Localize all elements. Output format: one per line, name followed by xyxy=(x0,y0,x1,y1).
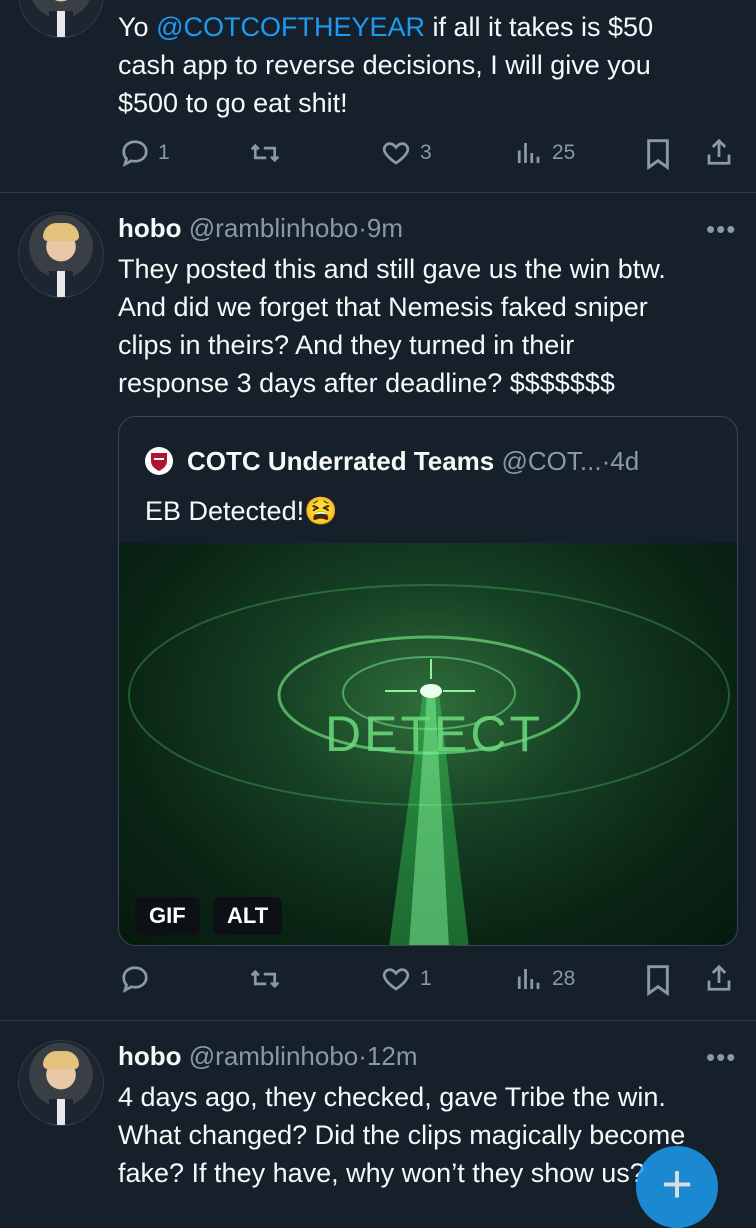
alt-badge[interactable]: ALT xyxy=(213,897,283,935)
tweet-text: Yo @COTCOFTHEYEAR if all it takes is $50… xyxy=(118,8,738,122)
avatar[interactable] xyxy=(18,0,104,38)
tweet-time[interactable]: 9m xyxy=(367,213,403,243)
tweet-text: They posted this and still gave us the w… xyxy=(118,250,738,402)
quoted-time: 4d xyxy=(610,446,640,476)
retweet-icon xyxy=(250,143,280,163)
gif-media[interactable]: DETECT GIF ALT xyxy=(119,543,737,945)
tweet-line: They posted this and still gave us the w… xyxy=(118,254,666,284)
heart-icon xyxy=(382,968,410,991)
mention-link[interactable]: @COTCOFTHEYEAR xyxy=(156,12,425,42)
tweet-text-part: Yo xyxy=(118,12,157,42)
shield-logo-icon xyxy=(151,453,167,471)
author-handle[interactable]: @ramblinhobo xyxy=(189,1041,358,1071)
author-name[interactable]: hobo xyxy=(118,213,182,243)
divider xyxy=(0,1020,756,1021)
gif-badge[interactable]: GIF xyxy=(135,897,200,935)
tweet-line: What changed? Did the clips magically be… xyxy=(118,1120,686,1150)
quoted-author-name: COTC Underrated Teams xyxy=(187,446,495,476)
quoted-text-content: EB Detected! xyxy=(145,496,305,526)
tweet-header: hobo @ramblinhobo·12m xyxy=(118,1040,418,1072)
view-count: 28 xyxy=(552,967,576,990)
retweet-button[interactable] xyxy=(248,138,282,168)
avatar[interactable] xyxy=(18,1040,104,1126)
detect-text: DETECT xyxy=(325,706,543,762)
more-options-button[interactable]: ••• xyxy=(706,214,736,245)
quoted-tweet[interactable]: COTC Underrated Teams @COT...·4d EB Dete… xyxy=(118,416,738,946)
like-button[interactable]: 3 xyxy=(380,138,432,168)
quoted-header: COTC Underrated Teams @COT...·4d xyxy=(187,445,639,477)
heart-icon xyxy=(382,142,410,165)
bookmark-button[interactable] xyxy=(644,964,672,996)
views-button[interactable]: 25 xyxy=(512,138,575,168)
author-name[interactable]: hobo xyxy=(118,1041,182,1071)
separator-dot: · xyxy=(601,446,611,476)
tweet-text-part: $500 to go eat shit! xyxy=(118,88,348,118)
tired-face-emoji: 😫 xyxy=(304,496,338,526)
quoted-author-handle: @COT... xyxy=(501,446,602,476)
bookmark-icon xyxy=(647,139,669,170)
tweet-text-part: cash app to reverse decisions, I will gi… xyxy=(118,50,651,80)
reply-button[interactable] xyxy=(120,964,158,994)
author-handle[interactable]: @ramblinhobo xyxy=(189,213,358,243)
views-icon xyxy=(517,969,540,989)
avatar[interactable] xyxy=(18,212,104,298)
views-button[interactable]: 28 xyxy=(512,964,575,994)
more-options-button[interactable]: ••• xyxy=(706,1042,736,1073)
views-icon xyxy=(517,143,540,163)
tweet-header: hobo @ramblinhobo·9m xyxy=(118,212,403,244)
quoted-avatar xyxy=(145,447,173,475)
share-icon xyxy=(707,138,731,165)
like-count: 1 xyxy=(420,967,432,990)
reply-icon xyxy=(122,966,148,994)
reply-count: 1 xyxy=(158,141,170,164)
separator-dot: · xyxy=(358,213,367,243)
tweet-time[interactable]: 12m xyxy=(367,1041,418,1071)
like-count: 3 xyxy=(420,141,432,164)
separator-dot: · xyxy=(358,1041,367,1071)
quoted-text: EB Detected!😫 xyxy=(145,493,338,529)
share-icon xyxy=(707,964,731,991)
retweet-icon xyxy=(250,969,280,989)
retweet-button[interactable] xyxy=(248,964,282,994)
tweet-text-part: if all it takes is $50 xyxy=(424,12,654,42)
tweet-line: 4 days ago, they checked, gave Tribe the… xyxy=(118,1082,666,1112)
reply-icon xyxy=(122,140,148,168)
bookmark-button[interactable] xyxy=(644,138,672,170)
tweet-line: And did we forget that Nemesis faked sni… xyxy=(118,292,648,322)
bookmark-icon xyxy=(647,965,669,996)
share-button[interactable] xyxy=(704,136,734,168)
divider xyxy=(0,192,756,193)
share-button[interactable] xyxy=(704,962,734,994)
like-button[interactable]: 1 xyxy=(380,964,432,994)
view-count: 25 xyxy=(552,141,576,164)
tweet-line: response 3 days after deadline? $$$$$$$ xyxy=(118,368,615,398)
compose-button[interactable]: + xyxy=(636,1146,718,1228)
reply-button[interactable]: 1 xyxy=(120,138,170,168)
tweet-line: clips in theirs? And they turned in thei… xyxy=(118,330,575,360)
